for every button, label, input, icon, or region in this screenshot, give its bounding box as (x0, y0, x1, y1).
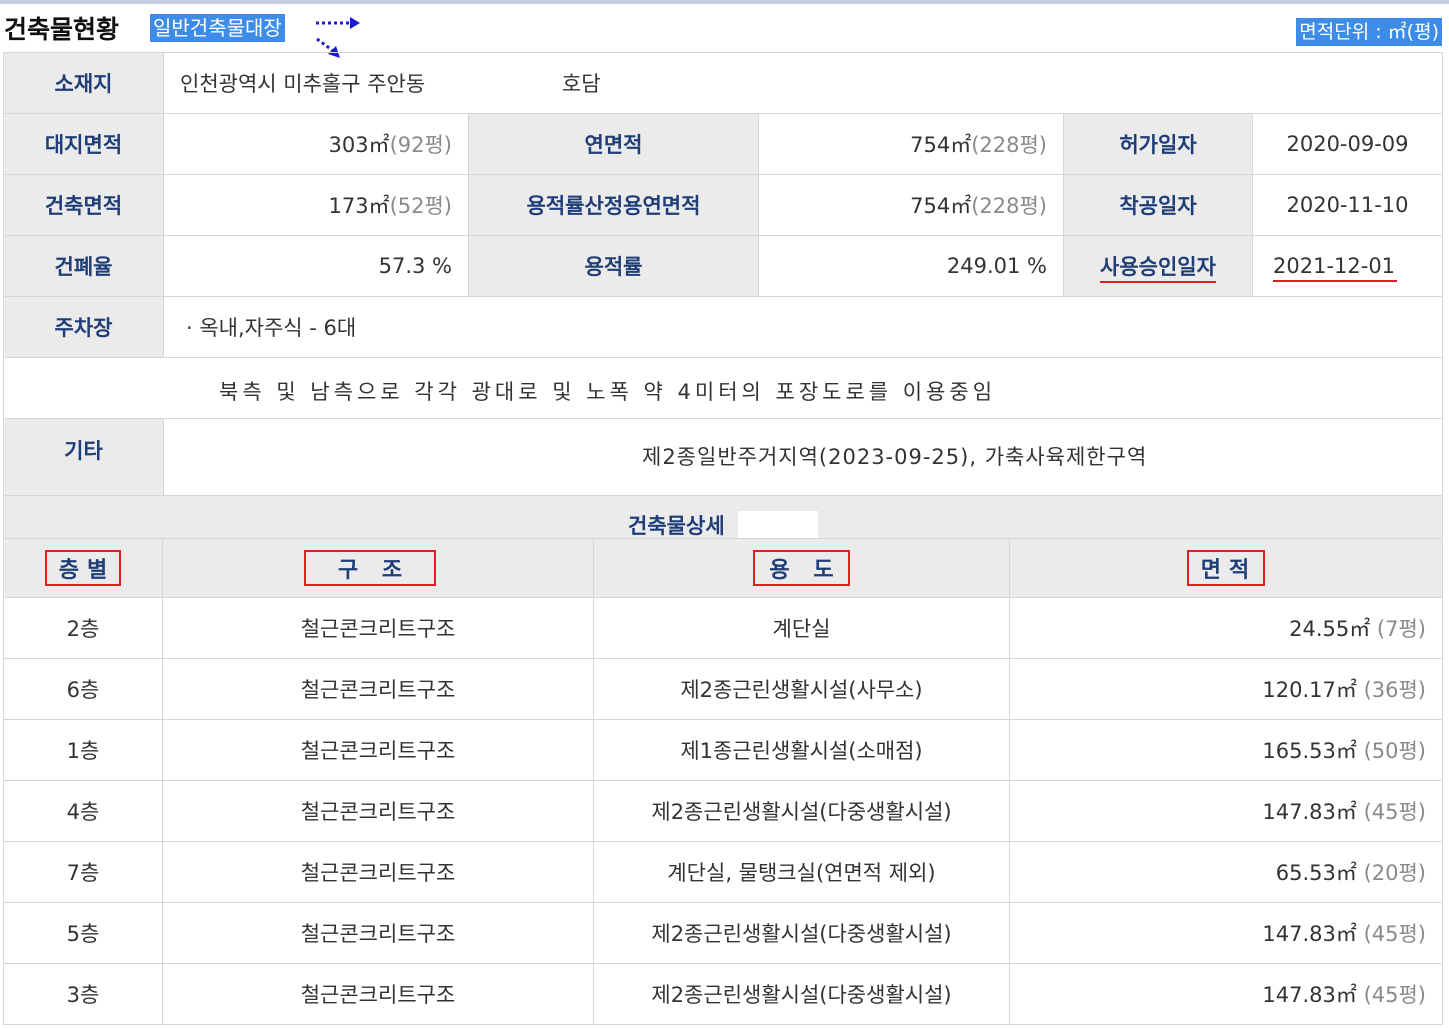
register-type-tag[interactable]: 일반건축물대장 (150, 14, 285, 42)
area-cell: 65.53㎡ (20평) (1009, 841, 1443, 903)
use-cell: 제1종근린생활시설(소매점) (593, 719, 1010, 781)
table-row: 7층 철근콘크리트구조 계단실, 물탱크실(연면적 제외) 65.53㎡ (20평) (3, 841, 1443, 903)
table-row: 4층 철근콘크리트구조 제2종근린생활시설(다중생활시설) 147.83㎡ (45평) (3, 780, 1443, 842)
structure-cell: 철근콘크리트구조 (162, 902, 594, 964)
total-floor-area-value: 754㎡(228평) (758, 113, 1064, 175)
etc-label: 기타 (3, 418, 164, 496)
start-date-value: 2020-11-10 (1251, 174, 1444, 236)
floor-cell: 1층 (3, 719, 163, 781)
redaction-box (10, 358, 165, 412)
area-py: (45평) (1363, 983, 1426, 1007)
approval-date-label: 사용승인일자 (1063, 235, 1253, 297)
area-py: (45평) (1363, 922, 1426, 946)
area-cell: 165.53㎡ (50평) (1009, 719, 1443, 781)
area-py: (7평) (1376, 617, 1426, 641)
use-header: 용 도 (593, 538, 1010, 598)
use-cell: 제2종근린생활시설(다중생활시설) (593, 780, 1010, 842)
top-border (0, 0, 1449, 4)
area-m2: 147.83㎡ (1262, 922, 1357, 946)
road-note: 북측 및 남측으로 각각 광대로 및 노폭 약 4미터의 포장도로를 이용중임 (219, 380, 997, 404)
area-py: (50평) (1363, 739, 1426, 763)
etc-row: 기타 제2종일반주거지역(2023-09-25), 가축사육제한구역 (3, 418, 1444, 496)
building-area-label: 건축면적 (3, 174, 164, 236)
area-cell: 24.55㎡ (7평) (1009, 597, 1443, 659)
start-date-label: 착공일자 (1063, 174, 1253, 236)
right-arrow-annotation-icon (316, 17, 360, 29)
road-note-cell: 북측 및 남측으로 각각 광대로 및 노폭 약 4미터의 포장도로를 이용중임 (2, 357, 1444, 419)
ratio-row: 건폐율 57.3 % 용적률 249.01 % 사용승인일자 2021-12-0… (3, 235, 1444, 297)
use-cell: 계단실, 물탱크실(연면적 제외) (593, 841, 1010, 903)
site-area-value: 303㎡(92평) (163, 113, 469, 175)
floor-cell: 7층 (3, 841, 163, 903)
floor-cell: 2층 (3, 597, 163, 659)
far-area-value: 754㎡(228평) (758, 174, 1064, 236)
floor-table-header: 층별 구 조 용 도 면적 (3, 538, 1443, 598)
table-row: 5층 철근콘크리트구조 제2종근린생활시설(다중생활시설) 147.83㎡ (45평) (3, 902, 1443, 964)
table-row: 2층 철근콘크리트구조 계단실 24.55㎡ (7평) (3, 597, 1443, 659)
area-cell: 147.83㎡ (45평) (1009, 902, 1443, 964)
area-m2: 65.53㎡ (1275, 861, 1357, 885)
approval-date-value: 2021-12-01 (1251, 235, 1444, 297)
far-area-label: 용적률산정용연면적 (468, 174, 759, 236)
floor-cell: 6층 (3, 658, 163, 720)
use-cell: 계단실 (593, 597, 1010, 659)
structure-cell: 철근콘크리트구조 (162, 780, 594, 842)
floor-cell: 3층 (3, 963, 163, 1025)
use-cell: 제2종근린생활시설(다중생활시설) (593, 902, 1010, 964)
coverage-label: 건폐율 (3, 235, 164, 297)
area-m2: 120.17㎡ (1262, 678, 1357, 702)
site-area-row: 대지면적 303㎡(92평) 연면적 754㎡(228평) 허가일자 2020-… (3, 113, 1444, 175)
area-m2: 147.83㎡ (1262, 983, 1357, 1007)
location-value: 인천광역시 미추홀구 주안동 호담 (162, 52, 1444, 114)
permit-date-label: 허가일자 (1063, 113, 1253, 175)
parking-label: 주차장 (3, 296, 164, 358)
area-py: (20평) (1363, 861, 1426, 885)
structure-cell: 철근콘크리트구조 (162, 597, 594, 659)
area-cell: 120.17㎡ (36평) (1009, 658, 1443, 720)
location-address: 인천광역시 미추홀구 주안동 (180, 72, 426, 96)
etc-value: 제2종일반주거지역(2023-09-25), 가축사육제한구역 (642, 445, 1148, 469)
area-m2: 147.83㎡ (1262, 800, 1357, 824)
structure-cell: 철근콘크리트구조 (162, 963, 594, 1025)
area-cell: 147.83㎡ (45평) (1009, 780, 1443, 842)
area-header: 면적 (1009, 538, 1443, 598)
structure-cell: 철근콘크리트구조 (162, 719, 594, 781)
building-area-row: 건축면적 173㎡(52평) 용적률산정용연면적 754㎡(228평) 착공일자… (3, 174, 1444, 236)
table-row: 3층 철근콘크리트구조 제2종근린생활시설(다중생활시설) 147.83㎡ (45평) (3, 963, 1443, 1025)
site-area-label: 대지면적 (3, 113, 164, 175)
table-row: 1층 철근콘크리트구조 제1종근린생활시설(소매점) 165.53㎡ (50평) (3, 719, 1443, 781)
area-py: (45평) (1363, 800, 1426, 824)
area-unit-label: 면적단위 : ㎡(평) (1296, 18, 1442, 46)
floor-cell: 5층 (3, 902, 163, 964)
location-row: 소재지 인천광역시 미추홀구 주안동 호담 (3, 52, 1444, 114)
structure-header: 구 조 (162, 538, 594, 598)
road-note-row: 북측 및 남측으로 각각 광대로 및 노폭 약 4미터의 포장도로를 이용중임 (2, 357, 1444, 419)
etc-value-cell: 제2종일반주거지역(2023-09-25), 가축사육제한구역 (162, 418, 1444, 496)
parking-row: 주차장 · 옥내,자주식 - 6대 (3, 296, 1444, 358)
floor-detail-table: 층별 구 조 용 도 면적 2층 철근콘크리트구조 계단실 24.55㎡ (7평) 6층… (3, 538, 1443, 1025)
area-py: (36평) (1363, 678, 1426, 702)
far-value: 249.01 % (758, 235, 1064, 297)
area-m2: 24.55㎡ (1289, 617, 1371, 641)
floor-header: 층별 (3, 538, 163, 598)
parking-value: · 옥내,자주식 - 6대 (162, 296, 1444, 358)
page-title: 건축물현황 (4, 15, 120, 44)
coverage-value: 57.3 % (163, 235, 469, 297)
building-area-value: 173㎡(52평) (163, 174, 469, 236)
area-cell: 147.83㎡ (45평) (1009, 963, 1443, 1025)
structure-cell: 철근콘크리트구조 (162, 841, 594, 903)
far-label: 용적률 (468, 235, 759, 297)
total-floor-area-label: 연면적 (468, 113, 759, 175)
area-m2: 165.53㎡ (1262, 739, 1357, 763)
use-cell: 제2종근린생활시설(사무소) (593, 658, 1010, 720)
permit-date-value: 2020-09-09 (1251, 113, 1444, 175)
location-label: 소재지 (3, 52, 164, 114)
table-row: 6층 철근콘크리트구조 제2종근린생활시설(사무소) 120.17㎡ (36평) (3, 658, 1443, 720)
building-summary-table: 소재지 인천광역시 미추홀구 주안동 호담 대지면적 303㎡(92평) 연면적… (2, 52, 1444, 557)
floor-cell: 4층 (3, 780, 163, 842)
location-ho: 호담 (561, 72, 601, 96)
use-cell: 제2종근린생활시설(다중생활시설) (593, 963, 1010, 1025)
structure-cell: 철근콘크리트구조 (162, 658, 594, 720)
